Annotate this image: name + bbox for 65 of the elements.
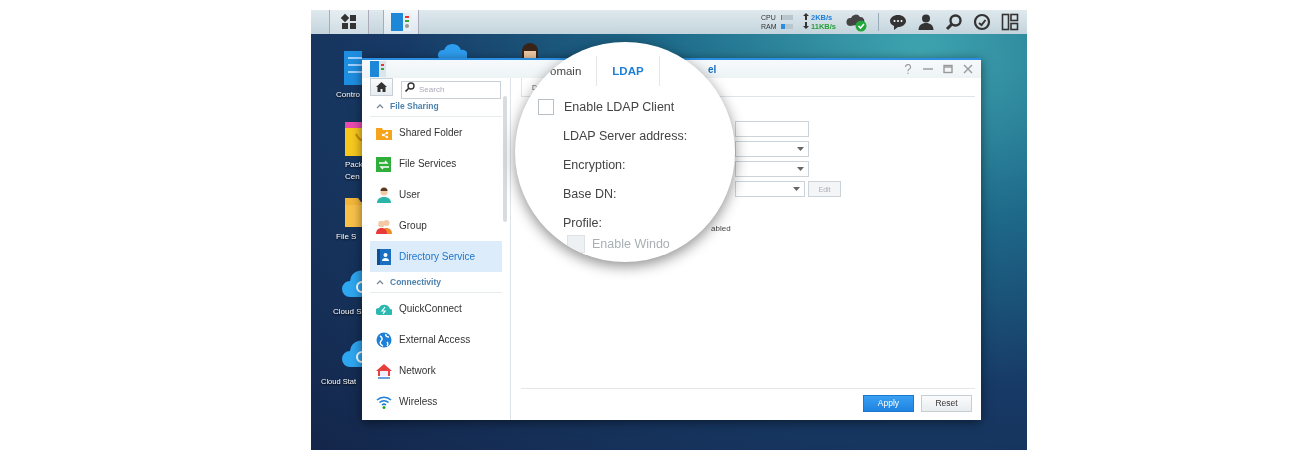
scrollbar[interactable] [503,96,507,222]
checkbox[interactable] [538,98,554,115]
sidebar-item[interactable]: Network [370,355,502,386]
reset-button[interactable]: Reset [921,394,972,412]
search-icon[interactable] [945,13,963,31]
person-icon[interactable] [520,43,540,59]
user-icon [376,186,392,203]
control-panel-taskbar-button[interactable] [383,10,419,34]
sidebar-item[interactable]: External Access [370,324,502,355]
control-panel-icon[interactable] [342,48,362,88]
tab[interactable]: omain [535,56,597,86]
chat-icon[interactable] [889,13,907,31]
caret-icon [797,167,804,171]
sidebar-item[interactable]: Shared Folder [370,117,502,148]
app-logo-icon [370,61,386,77]
close-icon[interactable] [963,64,973,74]
field-label: LDAP Server address: [563,128,688,143]
down-arrow-icon [802,22,809,29]
home-icon [376,82,387,92]
globe-icon [376,331,392,348]
sidebar-item[interactable]: QuickConnect [370,293,502,324]
field-label: Encryption: [563,157,626,172]
section-header[interactable]: Connectivity [370,272,502,293]
help-icon[interactable] [903,64,913,74]
tab[interactable]: LDAP [597,56,659,86]
sidebar-item[interactable]: User [370,179,502,210]
sidebar-item[interactable]: Directory Service [370,241,502,272]
sidebar-item[interactable]: Group [370,210,502,241]
text-field[interactable] [735,121,809,137]
user-icon[interactable] [917,13,935,31]
checkbox-label: Enable Windo [592,237,670,251]
file-services-icon [376,155,392,172]
search-icon [405,82,415,92]
app-icon [390,12,412,32]
desktop-icon-label: File S [336,232,357,242]
section-header[interactable]: File Sharing [370,96,502,117]
desktop-icon-label: Cen [345,172,360,182]
checkbox-label: Enable LDAP Client [564,99,675,114]
desktop-icon-label: Contro [336,90,360,100]
widgets-icon[interactable] [1001,13,1019,31]
caret-icon [793,187,800,191]
meter-bar [780,24,793,29]
home-button[interactable] [370,78,393,96]
wifi-icon [376,393,392,410]
search-field[interactable]: Search [401,80,501,99]
sidebar-item[interactable]: Wireless [370,386,502,417]
caret-icon [797,147,804,151]
window-title: el [708,63,717,75]
field-label: Profile: [563,215,602,230]
network-house-icon [376,362,392,379]
field-label: Base DN: [563,186,617,201]
sidebar-item[interactable]: File Services [370,148,502,179]
up-arrow-icon [802,13,809,20]
grid-icon [340,13,358,31]
status-text: abled [711,224,732,233]
section-title: File Sharing [390,101,439,111]
meter-bar [780,15,793,20]
directory-icon [376,248,392,265]
cloud-check-icon[interactable] [846,12,868,32]
desktop-icon-label: Cloud S [333,307,362,317]
desktop-icon-label: Pack [345,160,363,170]
section-title: Connectivity [390,277,441,287]
main-menu-button[interactable] [329,10,369,34]
group-icon [376,217,392,234]
maximize-icon[interactable] [943,64,953,74]
